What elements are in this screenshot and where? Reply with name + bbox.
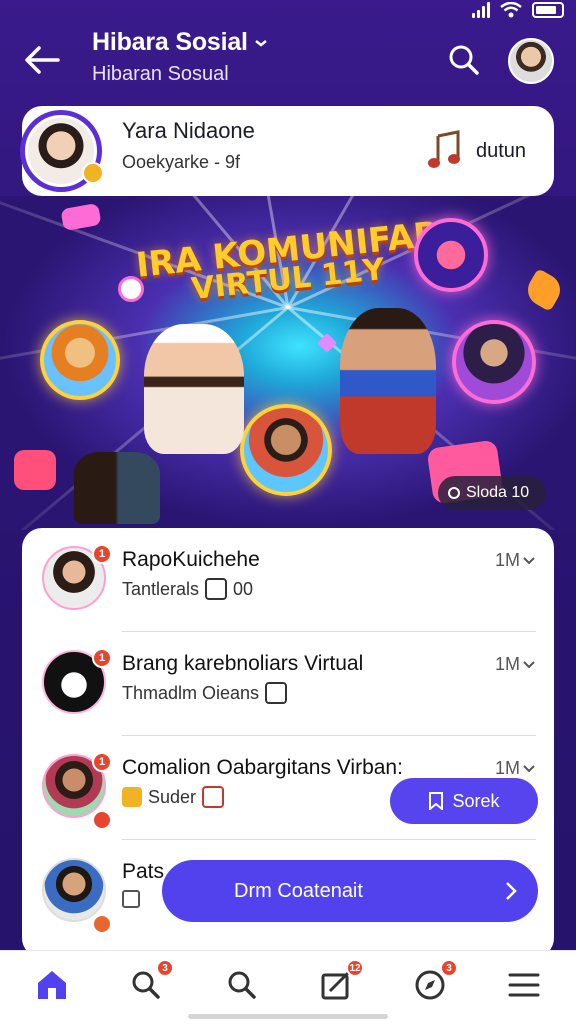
banner-pill[interactable]: Sloda 10 <box>438 476 546 510</box>
avatar-bubble-left <box>40 320 120 400</box>
avatar-bubble-right <box>452 320 536 404</box>
list-item-title: Brang karebnoliars Virtual <box>122 652 364 675</box>
puzzle-icon <box>122 787 142 807</box>
bookmark-icon <box>429 792 444 810</box>
note-icon <box>205 578 228 600</box>
list-item-time: 1M <box>495 550 536 571</box>
pick-deco-icon <box>522 268 566 312</box>
home-indicator <box>188 1014 388 1019</box>
nav-discover[interactable] <box>222 965 262 1005</box>
header-search-button[interactable] <box>444 40 484 80</box>
page-title-text: Hibara Sosial <box>92 28 248 56</box>
profile-meta-text: Ooekyarke - 9f <box>122 152 241 172</box>
profile-badge-icon <box>82 162 104 184</box>
cta-button-label: Drm Coatenait <box>234 879 363 902</box>
chevron-down-icon[interactable] <box>522 764 536 774</box>
calendar-icon <box>202 786 225 808</box>
back-button[interactable] <box>22 40 62 80</box>
page-subtitle: Hibaran Sosual <box>92 63 229 85</box>
list-item-title: Comalion Oabargitans Virban: <box>122 756 403 779</box>
boy-figure <box>340 308 436 454</box>
search-icon <box>132 971 160 999</box>
chevron-right-icon <box>506 882 517 900</box>
list-item-time-text: 1M <box>494 550 520 570</box>
back-arrow-icon <box>25 46 60 74</box>
list-item-time: 1M <box>495 654 536 675</box>
unread-badge: 1 <box>92 648 112 668</box>
controller-deco-icon <box>60 202 102 232</box>
list-item-subtitle-text: Suder <box>148 786 197 807</box>
list-item-title: Pats <box>122 860 165 883</box>
nav-search[interactable]: 3 <box>126 959 174 1005</box>
status-bar <box>0 0 576 24</box>
note-icon <box>265 682 288 704</box>
nav-badge: 3 <box>440 959 458 977</box>
nav-home[interactable] <box>32 965 72 1005</box>
menu-icon <box>508 973 540 997</box>
battery-icon <box>532 2 564 18</box>
nav-badge: 3 <box>156 959 174 977</box>
avatar-bubble-center <box>240 404 332 496</box>
pill-circle-icon <box>448 487 460 499</box>
status-badge <box>92 914 112 934</box>
home-icon <box>38 971 66 999</box>
list-item-time-text: 1M <box>494 758 520 778</box>
profile-card[interactable]: Yara Nidaone Ooekyarke - 9f dutun <box>20 106 554 196</box>
list-item-time: 1M <box>495 758 536 779</box>
chevron-down-icon[interactable] <box>522 556 536 566</box>
join-button[interactable]: Sorek <box>390 778 538 824</box>
user-avatar[interactable] <box>508 38 554 84</box>
chevron-down-icon <box>255 39 267 47</box>
list-item-subtitle: Thmadlm Oieans <box>122 682 288 704</box>
nav-compose[interactable]: 12 <box>316 959 364 1005</box>
hero-banner[interactable]: IRA KOMUNIFAR VIRTUL 11Y Sloda 10 <box>0 196 576 530</box>
list-item-subtitle <box>122 890 140 908</box>
search-icon <box>449 45 479 75</box>
profile-name: Yara Nidaone <box>122 118 255 143</box>
list-item-subtitle: Suder <box>122 786 225 808</box>
nav-explore[interactable]: 3 <box>410 959 458 1005</box>
hand-icon <box>122 890 140 908</box>
list-item-title: RapoKuichehe <box>122 548 260 571</box>
page-title[interactable]: Hibara Sosial <box>92 28 268 57</box>
profile-action-link[interactable]: dutun <box>476 140 526 163</box>
profile-meta: Ooekyarke - 9f <box>122 152 240 173</box>
wifi-icon <box>500 2 522 18</box>
search-icon <box>228 971 256 999</box>
dancers-figure <box>74 452 160 524</box>
nav-badge: 12 <box>346 959 364 977</box>
list-item[interactable]: 1 Brang karebnoliars Virtual Thmadlm Oie… <box>22 632 554 736</box>
signal-icon <box>472 2 490 18</box>
join-button-label: Sorek <box>452 790 500 811</box>
gift-bubble <box>414 218 488 292</box>
list-item-time-text: 1M <box>494 654 520 674</box>
girl-figure <box>144 324 244 454</box>
status-badge <box>92 810 112 830</box>
music-note-icon[interactable] <box>426 130 462 170</box>
unread-badge: 1 <box>92 752 112 772</box>
bottom-nav: 3 12 3 <box>0 950 576 1024</box>
chat-deco-icon <box>14 450 56 490</box>
community-list: 1 RapoKuichehe Tantlerals 00 1M 1 Brang … <box>22 528 554 958</box>
unread-badge: 1 <box>92 544 112 564</box>
list-item-subtitle-text: Thmadlm Oieans <box>122 682 260 703</box>
list-avatar <box>42 858 106 922</box>
nav-menu[interactable] <box>504 965 544 1005</box>
list-item[interactable]: 1 RapoKuichehe Tantlerals 00 1M <box>22 528 554 632</box>
music-deco-icon <box>118 276 144 302</box>
list-item-subtitle: Tantlerals 00 <box>122 578 253 600</box>
cta-button[interactable]: Drm Coatenait <box>162 860 538 922</box>
chevron-down-icon[interactable] <box>522 660 536 670</box>
banner-pill-label: Sloda 10 <box>466 484 530 501</box>
list-item-subtitle-text: Tantlerals <box>122 578 200 599</box>
list-item-subtitle-extra: 00 <box>233 578 254 599</box>
app-header: Hibara Sosial Hibaran Sosual <box>0 24 576 100</box>
